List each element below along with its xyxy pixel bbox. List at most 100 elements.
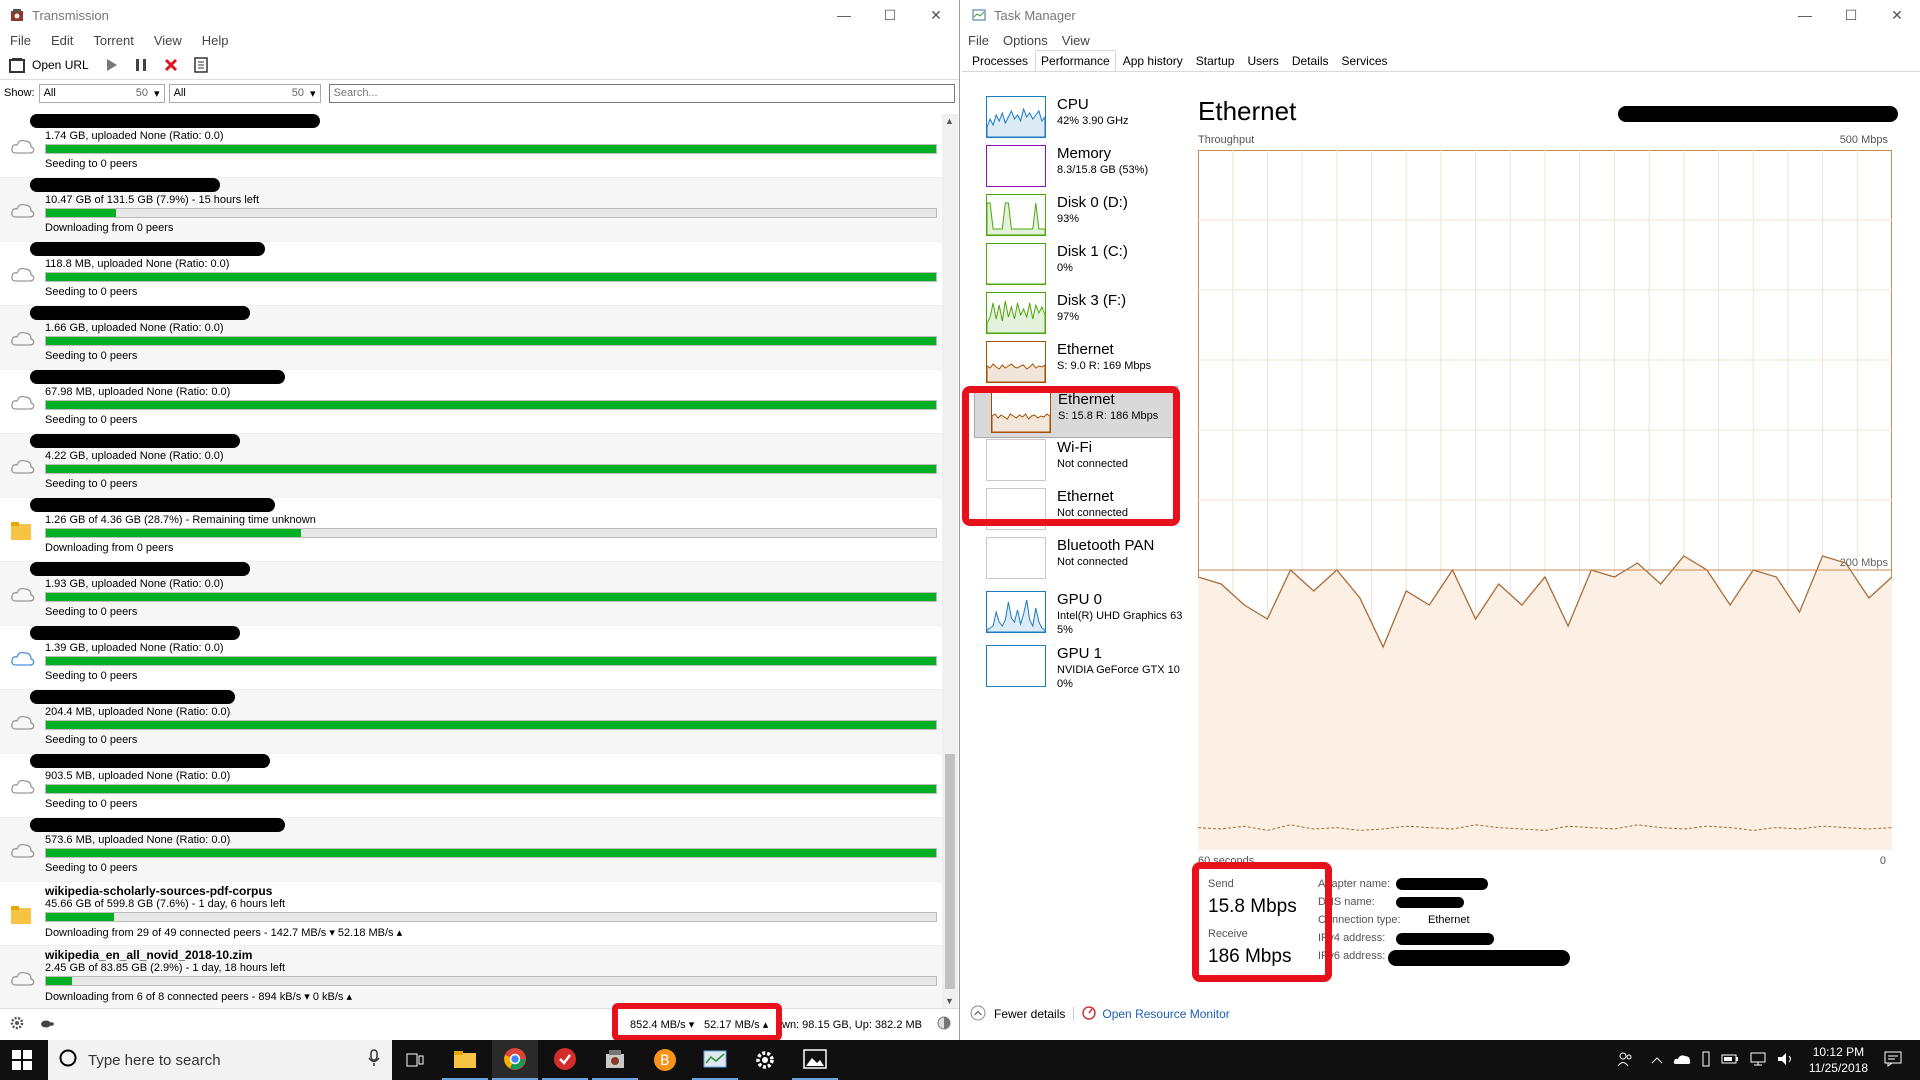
tab-users[interactable]: Users [1241, 50, 1284, 71]
menu-edit[interactable]: Edit [51, 33, 73, 48]
taskbar-search-box[interactable]: Type here to search [48, 1040, 392, 1080]
torrent-progress-bar [45, 976, 937, 986]
menu-view[interactable]: View [1062, 33, 1090, 48]
notification-icon[interactable] [1884, 1051, 1902, 1070]
task-view-icon[interactable] [392, 1040, 438, 1080]
perf-item-cpu[interactable]: CPU 42% 3.90 GHz [974, 92, 1174, 144]
transmission-window: Transmission — ☐ ✕ File Edit Torrent Vie… [0, 0, 960, 1040]
open-url-label: Open URL [32, 57, 89, 72]
transmission-titlebar[interactable]: Transmission — ☐ ✕ [0, 0, 959, 30]
tracker-filter-select[interactable]: All 50 ▾ [168, 83, 321, 103]
microphone-icon[interactable] [368, 1049, 380, 1071]
people-icon[interactable] [1617, 1051, 1633, 1070]
tab-app-history[interactable]: App history [1117, 50, 1189, 71]
taskbar: Type here to search B 10:12 PM 11/25/201… [0, 1040, 1920, 1080]
gear-icon[interactable] [10, 1016, 24, 1033]
perf-item-bluetooth-pan[interactable]: Bluetooth PAN Not connected [974, 533, 1174, 585]
open-url-button[interactable]: Open URL [8, 53, 89, 77]
start-button[interactable] [103, 53, 119, 77]
turtle-icon[interactable] [40, 1018, 54, 1031]
torrent-row[interactable]: 1.26 GB of 4.36 GB (28.7%) - Remaining t… [0, 498, 942, 562]
menu-file[interactable]: File [968, 33, 989, 48]
perf-item-gpu-1[interactable]: GPU 1 NVIDIA GeForce GTX 10 0% [974, 641, 1180, 693]
perf-item-disk-3-f-[interactable]: Disk 3 (F:) 97% [974, 288, 1174, 340]
ratio-icon[interactable] [936, 1015, 952, 1034]
perf-item-disk-1-c-[interactable]: Disk 1 (C:) 0% [974, 239, 1174, 291]
perf-item-gpu-0[interactable]: GPU 0 Intel(R) UHD Graphics 63 5% [974, 587, 1182, 639]
torrent-row[interactable]: 1.66 GB, uploaded None (Ratio: 0.0) Seedi… [0, 306, 942, 370]
windows-start-icon[interactable] [12, 1050, 32, 1073]
scroll-down-icon[interactable]: ▼ [945, 996, 954, 1006]
list-scrollbar[interactable]: ▲ ▼ [942, 114, 958, 1008]
pause-button[interactable] [133, 53, 149, 77]
remove-button[interactable] [163, 53, 179, 77]
menu-view[interactable]: View [154, 33, 182, 48]
taskmanager-titlebar[interactable]: Task Manager — ☐ ✕ [962, 0, 1920, 30]
tab-processes[interactable]: Processes [966, 50, 1034, 71]
torrent-progress-fill [46, 977, 72, 985]
torrent-row[interactable]: 903.5 MB, uploaded None (Ratio: 0.0) Seed… [0, 754, 942, 818]
menu-file[interactable]: File [10, 33, 31, 48]
torrent-row[interactable]: 10.47 GB of 131.5 GB (7.9%) - 15 hours l… [0, 178, 942, 242]
torrent-progress-text: 573.6 MB, uploaded None (Ratio: 0.0) [45, 834, 231, 846]
chrome-icon[interactable] [492, 1040, 538, 1080]
close-icon[interactable]: ✕ [913, 0, 959, 30]
perf-item-memory[interactable]: Memory 8.3/15.8 GB (53%) [974, 141, 1174, 193]
scrollbar-thumb[interactable] [945, 754, 955, 989]
close-icon[interactable]: ✕ [1874, 0, 1920, 30]
sparkline [986, 107, 1046, 138]
task-manager-taskbar-icon[interactable] [692, 1040, 738, 1080]
torrent-row[interactable]: 4.22 GB, uploaded None (Ratio: 0.0) Seedi… [0, 434, 942, 498]
network-icon[interactable] [1749, 1052, 1767, 1069]
torrent-row[interactable]: 118.8 MB, uploaded None (Ratio: 0.0) Seed… [0, 242, 942, 306]
perf-item-ethernet[interactable]: Ethernet S: 9.0 R: 169 Mbps [974, 337, 1174, 389]
tab-details[interactable]: Details [1286, 50, 1335, 71]
torrent-row[interactable]: wikipedia-scholarly-sources-pdf-corpus 45… [0, 882, 942, 946]
search-input[interactable] [328, 83, 955, 103]
torrent-row[interactable]: 1.74 GB, uploaded None (Ratio: 0.0) Seedi… [0, 114, 942, 178]
torrent-row[interactable]: 1.39 GB, uploaded None (Ratio: 0.0) Seedi… [0, 626, 942, 690]
open-resource-monitor-link[interactable]: Open Resource Monitor [1102, 1007, 1229, 1021]
tab-performance[interactable]: Performance [1035, 50, 1116, 71]
maximize-icon[interactable]: ☐ [1828, 0, 1874, 30]
battery-icon[interactable] [1721, 1053, 1739, 1068]
onedrive-icon[interactable] [1673, 1053, 1691, 1068]
torrent-row[interactable]: wikipedia_en_all_novid_2018-10.zim 2.45 G… [0, 946, 942, 1008]
menu-options[interactable]: Options [1003, 33, 1048, 48]
volume-icon[interactable] [1777, 1052, 1795, 1069]
sparkline [986, 300, 1046, 334]
torrent-row[interactable]: 573.6 MB, uploaded None (Ratio: 0.0) Seed… [0, 818, 942, 882]
torrent-row[interactable]: 67.98 MB, uploaded None (Ratio: 0.0) Seed… [0, 370, 942, 434]
menu-help[interactable]: Help [202, 33, 229, 48]
settings-gear-icon[interactable] [742, 1040, 788, 1080]
clock[interactable]: 10:12 PM 11/25/2018 [1809, 1044, 1868, 1076]
chevron-up-icon[interactable] [970, 1005, 986, 1024]
torrent-progress-fill [46, 273, 936, 281]
footer-divider [1073, 1007, 1075, 1021]
transmission-taskbar-icon[interactable] [592, 1040, 638, 1080]
fewer-details-link[interactable]: Fewer details [994, 1007, 1065, 1021]
folder-icon [10, 904, 36, 930]
torrent-progress-fill [46, 593, 936, 601]
scroll-up-icon[interactable]: ▲ [945, 116, 954, 126]
chevron-up-icon[interactable] [1651, 1053, 1663, 1067]
file-explorer-icon[interactable] [442, 1040, 488, 1080]
photos-icon[interactable] [792, 1040, 838, 1080]
antivirus-icon[interactable] [542, 1040, 588, 1080]
torrent-list: 1.74 GB, uploaded None (Ratio: 0.0) Seedi… [0, 114, 942, 1008]
throughput-graph: 200 Mbps [1198, 150, 1892, 850]
torrent-progress-bar [45, 464, 937, 474]
activity-filter-select[interactable]: All 50 ▾ [38, 83, 165, 103]
maximize-icon[interactable]: ☐ [867, 0, 913, 30]
menu-torrent[interactable]: Torrent [93, 33, 133, 48]
tab-services[interactable]: Services [1336, 50, 1394, 71]
usb-device-icon[interactable] [1701, 1051, 1711, 1070]
tab-startup[interactable]: Startup [1190, 50, 1241, 71]
minimize-icon[interactable]: — [821, 0, 867, 30]
bitcoin-icon[interactable]: B [642, 1040, 688, 1080]
torrent-row[interactable]: 204.4 MB, uploaded None (Ratio: 0.0) Seed… [0, 690, 942, 754]
perf-item-disk-0-d-[interactable]: Disk 0 (D:) 93% [974, 190, 1174, 242]
torrent-row[interactable]: 1.93 GB, uploaded None (Ratio: 0.0) Seedi… [0, 562, 942, 626]
minimize-icon[interactable]: — [1782, 0, 1828, 30]
properties-button[interactable] [193, 53, 209, 77]
